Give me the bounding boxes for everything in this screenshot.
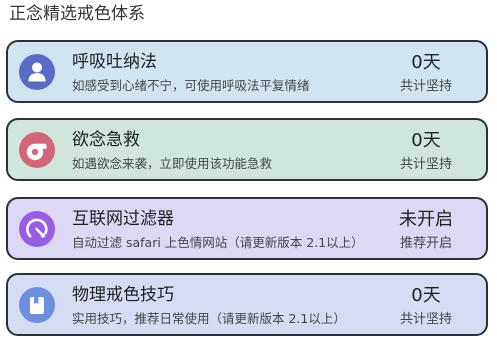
stat-label: 共计坚持 bbox=[399, 157, 452, 172]
card-stat: 0天 共计坚持 bbox=[384, 275, 468, 334]
card-title: 欲念急救 bbox=[72, 130, 140, 150]
card-stat: 未开启 推荐开启 bbox=[384, 199, 468, 258]
bookmark-icon bbox=[19, 287, 55, 323]
stat-label: 推荐开启 bbox=[399, 236, 452, 251]
stat-label: 共计坚持 bbox=[399, 312, 452, 327]
card-title: 呼吸吐纳法 bbox=[72, 52, 157, 72]
stat-value: 0天 bbox=[411, 285, 441, 306]
page: 正念精选戒色体系 呼吸吐纳法 如感受到心绪不宁，可使用呼吸法平复情绪 0天 共计… bbox=[0, 0, 497, 340]
card-urge-rescue[interactable]: 欲念急救 如遇欲念来袭，立即使用该功能急救 0天 共计坚持 bbox=[6, 118, 488, 181]
gauge-icon bbox=[19, 211, 55, 247]
person-icon bbox=[19, 54, 55, 90]
stat-value: 0天 bbox=[411, 52, 441, 73]
stat-value: 未开启 bbox=[399, 209, 453, 230]
whistle-icon bbox=[19, 132, 55, 168]
card-title: 物理戒色技巧 bbox=[72, 285, 174, 305]
card-internet-filter[interactable]: 互联网过滤器 自动过滤 safari 上色情网站（请更新版本 2.1以上） 未开… bbox=[6, 197, 488, 260]
card-subtitle: 自动过滤 safari 上色情网站（请更新版本 2.1以上） bbox=[72, 235, 364, 250]
card-physical-tips[interactable]: 物理戒色技巧 实用技巧，推荐日常使用（请更新版本 2.1以上） 0天 共计坚持 bbox=[6, 273, 488, 336]
card-stat: 0天 共计坚持 bbox=[384, 42, 468, 101]
stat-label: 共计坚持 bbox=[399, 79, 452, 94]
card-stat: 0天 共计坚持 bbox=[384, 120, 468, 179]
card-subtitle: 实用技巧，推荐日常使用（请更新版本 2.1以上） bbox=[72, 311, 346, 326]
card-subtitle: 如感受到心绪不宁，可使用呼吸法平复情绪 bbox=[72, 78, 310, 93]
stat-value: 0天 bbox=[411, 130, 441, 151]
card-subtitle: 如遇欲念来袭，立即使用该功能急救 bbox=[72, 156, 273, 171]
card-title: 互联网过滤器 bbox=[72, 209, 174, 229]
section-title: 正念精选戒色体系 bbox=[9, 4, 145, 24]
card-breathing[interactable]: 呼吸吐纳法 如感受到心绪不宁，可使用呼吸法平复情绪 0天 共计坚持 bbox=[6, 40, 488, 103]
